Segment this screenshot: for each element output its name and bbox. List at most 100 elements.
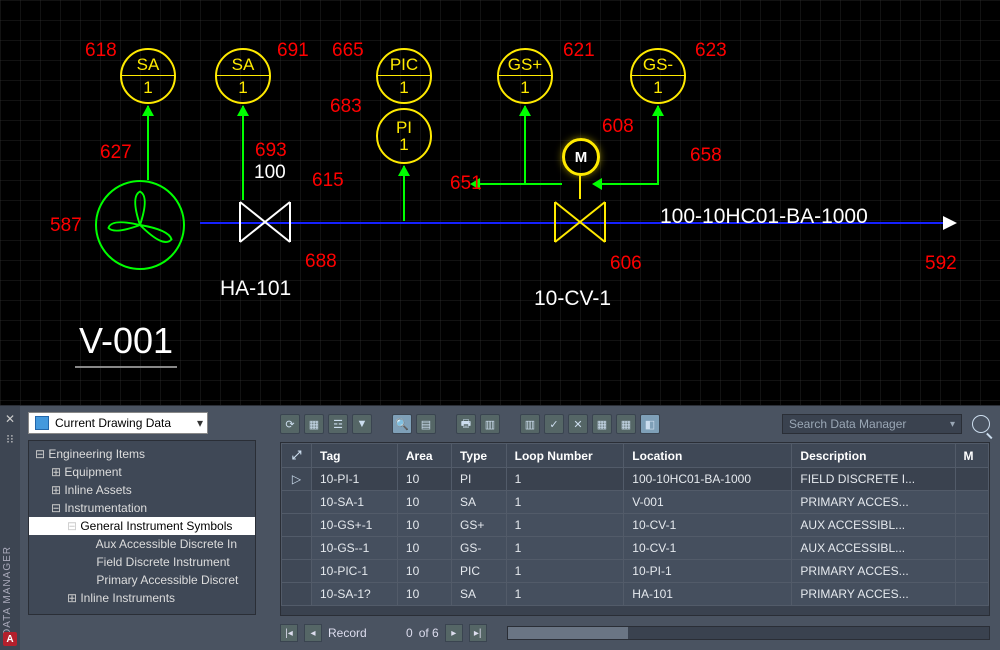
zoom-to-button[interactable]: 🔍 xyxy=(392,414,412,434)
red-id: 691 xyxy=(277,40,309,62)
options-icon[interactable]: ⁝⁝ xyxy=(6,432,14,446)
instrument-loop: 1 xyxy=(143,76,152,96)
accept-button[interactable]: ✓ xyxy=(544,414,564,434)
valve-stem xyxy=(579,175,581,199)
instrument-func: SA xyxy=(217,56,269,76)
instrument-pi[interactable]: PI 1 xyxy=(376,108,432,164)
pager-label: Record xyxy=(328,626,367,640)
export-button[interactable]: ▦ xyxy=(304,414,324,434)
instrument-gs-minus[interactable]: GS- 1 xyxy=(630,48,686,104)
instrument-pic[interactable]: PIC 1 xyxy=(376,48,432,104)
pipeline-label: 100-10HC01-BA-1000 xyxy=(660,205,868,229)
search-icon[interactable] xyxy=(972,415,990,433)
column-header[interactable]: Description xyxy=(792,444,955,468)
select-button[interactable]: ▤ xyxy=(416,414,436,434)
table-row[interactable]: 10-GS+-110GS+110-CV-1AUX ACCESSIBL... xyxy=(282,514,989,537)
equipment-tag-label: V-001 xyxy=(75,320,177,368)
column-header[interactable]: M xyxy=(955,444,989,468)
grid1-button[interactable]: ▥ xyxy=(480,414,500,434)
red-id: 623 xyxy=(695,40,727,62)
dropdown-label: Current Drawing Data xyxy=(55,416,171,430)
print-button[interactable]: 🖶 xyxy=(456,414,476,434)
data-source-dropdown[interactable]: Current Drawing Data xyxy=(28,412,208,434)
tree-item[interactable]: Field Discrete Instrument xyxy=(29,553,255,571)
reject-button[interactable]: ✕ xyxy=(568,414,588,434)
instrument-func: GS+ xyxy=(499,56,551,76)
drawing-icon xyxy=(35,416,49,430)
table-row[interactable]: 10-PIC-110PIC110-PI-1PRIMARY ACCES... xyxy=(282,560,989,583)
tree-item[interactable]: Primary Accessible Discret xyxy=(29,571,255,589)
instrument-func: GS- xyxy=(632,56,684,76)
next-record-button[interactable]: ▸ xyxy=(445,624,463,642)
tree-item[interactable]: ⊞ Inline Assets xyxy=(29,481,255,499)
leader-line xyxy=(147,106,149,180)
filter-button[interactable]: ▼ xyxy=(352,414,372,434)
instrument-loop: 1 xyxy=(399,76,408,96)
equipment-v001-icon[interactable] xyxy=(95,180,185,270)
leader-line xyxy=(524,106,526,185)
instrument-sa-left[interactable]: SA 1 xyxy=(120,48,176,104)
column-header[interactable]: Area xyxy=(397,444,451,468)
leader-line xyxy=(403,166,405,221)
refresh-button[interactable]: ⟳ xyxy=(280,414,300,434)
column-header[interactable]: Type xyxy=(451,444,506,468)
tree-item[interactable]: ⊞ Inline Instruments xyxy=(29,589,255,607)
panel-toolbar: ⟳ ▦ ☲ ▼ 🔍 ▤ 🖶 ▥ ▥ ✓ ✕ ▦ ▦ ◧ Search Data … xyxy=(280,412,990,436)
highlight-button[interactable]: ◧ xyxy=(640,414,660,434)
red-id: 587 xyxy=(50,215,82,237)
column-header[interactable]: Loop Number xyxy=(506,444,624,468)
columns-button[interactable]: ☲ xyxy=(328,414,348,434)
red-id: 608 xyxy=(602,116,634,138)
column-header[interactable]: Tag xyxy=(312,444,398,468)
last-record-button[interactable]: ▸| xyxy=(469,624,487,642)
grid3-button[interactable]: ▦ xyxy=(592,414,612,434)
instrument-gs-plus[interactable]: GS+ 1 xyxy=(497,48,553,104)
pager-pos: 0 xyxy=(373,626,413,640)
control-valve-tag: 10-CV-1 xyxy=(534,287,611,311)
red-id: 688 xyxy=(305,251,337,273)
instrument-func: PIC xyxy=(378,56,430,76)
manual-valve-tag: HA-101 xyxy=(220,277,291,301)
autocad-badge-icon: A xyxy=(3,632,17,646)
column-header[interactable]: Location xyxy=(624,444,792,468)
grid2-button[interactable]: ▥ xyxy=(520,414,540,434)
leader-line xyxy=(242,106,244,200)
table-row[interactable]: 10-SA-1?10SA1HA-101PRIMARY ACCES... xyxy=(282,583,989,606)
grid4-button[interactable]: ▦ xyxy=(616,414,636,434)
leader-line xyxy=(657,106,659,185)
table-row[interactable]: 10-SA-110SA1V-001PRIMARY ACCES... xyxy=(282,491,989,514)
table-row[interactable]: ▷10-PI-110PI1100-10HC01-BA-1000FIELD DIS… xyxy=(282,468,989,491)
red-id: 615 xyxy=(312,170,344,192)
tree-item[interactable]: ⊟ General Instrument Symbols xyxy=(29,517,255,535)
red-id: 627 xyxy=(100,142,132,164)
tree-item[interactable]: ⊟ Instrumentation xyxy=(29,499,255,517)
branch-line xyxy=(600,183,658,185)
control-valve-icon[interactable] xyxy=(550,197,610,247)
pager-of: of 6 xyxy=(419,626,439,640)
red-id: 651 xyxy=(450,173,482,195)
red-id: 606 xyxy=(610,253,642,275)
instrument-loop: 1 xyxy=(238,76,247,96)
branch-line xyxy=(524,183,562,185)
red-id: 592 xyxy=(925,253,957,275)
first-record-button[interactable]: |◂ xyxy=(280,624,298,642)
red-id: 693 xyxy=(255,140,287,162)
data-manager-panel: ✕ ⁝⁝ DATA MANAGER A Current Drawing Data… xyxy=(0,405,1000,650)
tree-item[interactable]: ⊟ Engineering Items xyxy=(29,445,255,463)
table-row[interactable]: 10-GS--110GS-110-CV-1AUX ACCESSIBL... xyxy=(282,537,989,560)
prev-record-button[interactable]: ◂ xyxy=(304,624,322,642)
panel-title: DATA MANAGER xyxy=(2,546,13,636)
instrument-sa-right[interactable]: SA 1 xyxy=(215,48,271,104)
search-input[interactable]: Search Data Manager ▾ xyxy=(782,414,962,434)
close-icon[interactable]: ✕ xyxy=(5,412,15,426)
record-pager: |◂ ◂ Record 0 of 6 ▸ ▸| xyxy=(280,622,990,644)
motor-actuator-icon[interactable]: M xyxy=(562,138,600,176)
arrowhead-icon xyxy=(592,178,602,190)
category-tree[interactable]: ⊟ Engineering Items⊞ Equipment⊞ Inline A… xyxy=(28,440,256,615)
manual-valve-icon[interactable] xyxy=(235,197,295,247)
tree-item[interactable]: Aux Accessible Discrete In xyxy=(29,535,255,553)
data-table[interactable]: ⤢TagAreaTypeLoop NumberLocationDescripti… xyxy=(280,442,990,616)
horizontal-scrollbar[interactable] xyxy=(507,626,990,640)
tree-item[interactable]: ⊞ Equipment xyxy=(29,463,255,481)
row-header-corner[interactable]: ⤢ xyxy=(282,444,312,468)
